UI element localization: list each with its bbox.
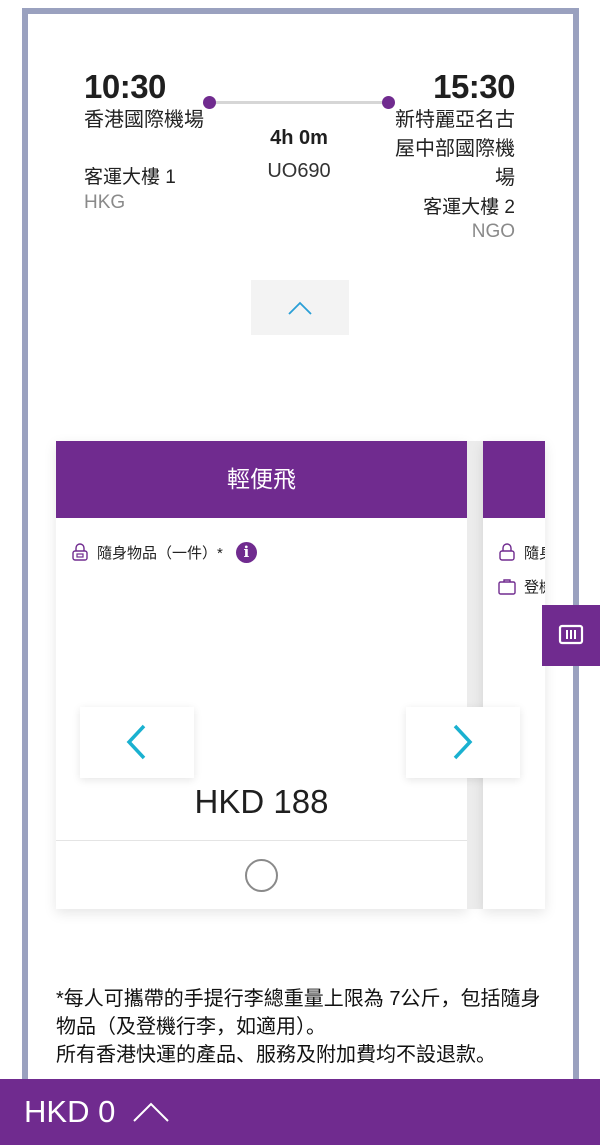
arrival-code: NGO xyxy=(471,221,515,242)
flight-duration: 4h 0m xyxy=(270,127,328,149)
info-icon[interactable]: i xyxy=(235,542,257,563)
next-feature-label-2: 登機 xyxy=(524,579,545,596)
fare-feature-row: 隨身物品（一件）* i xyxy=(70,542,257,563)
total-price: HKD 0 xyxy=(24,1094,116,1129)
carousel-prev-button[interactable] xyxy=(80,707,194,778)
arrival-time: 15:30 xyxy=(433,68,515,105)
route-end-dot xyxy=(382,96,395,109)
flight-number: UO690 xyxy=(267,160,331,182)
fare-select-radio[interactable] xyxy=(245,859,278,892)
card-divider xyxy=(56,840,467,841)
departure-airport: 香港國際機場 xyxy=(84,109,204,131)
fare-price: HKD 188 xyxy=(194,783,329,820)
departure-code: HKG xyxy=(84,192,126,213)
baggage-note: *每人可攜帶的手提行李總重量上限為 7公斤，包括隨身物品（及登機行李，如適用）。… xyxy=(56,985,546,1069)
chevron-left-icon xyxy=(126,724,146,760)
total-bar[interactable]: HKD 0 xyxy=(0,1079,600,1145)
personal-item-icon xyxy=(499,542,515,561)
departure-terminal: 客運大樓 1 xyxy=(84,167,176,188)
fare-card-next: 隨身 登機 xyxy=(483,441,545,909)
note-line-1: *每人可攜帶的手提行李總重量上限為 7公斤，包括隨身物品（及登機行李，如適用）。 xyxy=(56,988,541,1038)
chevron-up-icon xyxy=(288,301,312,315)
carousel-next-button[interactable] xyxy=(406,707,520,778)
next-card-header xyxy=(483,441,545,518)
carousel-scrollbar[interactable] xyxy=(467,441,483,909)
chevron-right-icon xyxy=(453,724,473,760)
chevron-up-icon[interactable] xyxy=(131,1100,171,1124)
fare-card-title: 輕便飛 xyxy=(56,441,467,518)
fare-feature-label: 隨身物品（一件）* xyxy=(97,545,223,562)
route-line xyxy=(210,101,388,104)
columns-icon xyxy=(558,624,584,645)
next-feature-label-1: 隨身 xyxy=(524,545,545,562)
fare-card-lite: 輕便飛 隨身物品（一件）* i HKD 188 xyxy=(56,441,467,909)
compare-side-tab[interactable] xyxy=(542,605,600,666)
next-feature-row-1: 隨身 xyxy=(497,542,545,563)
route-start-dot xyxy=(203,96,216,109)
note-line-2: 所有香港快運的產品、服務及附加費均不設退款。 xyxy=(56,1044,496,1066)
arrival-airport: 新特麗亞名古屋中部國際機場 xyxy=(395,109,515,189)
arrival-terminal: 客運大樓 2 xyxy=(423,197,515,218)
departure-time: 10:30 xyxy=(84,68,166,105)
cabin-bag-icon xyxy=(498,578,516,595)
personal-item-icon xyxy=(72,542,88,561)
next-feature-row-2: 登機 xyxy=(497,576,545,597)
collapse-details-button[interactable] xyxy=(251,280,349,335)
